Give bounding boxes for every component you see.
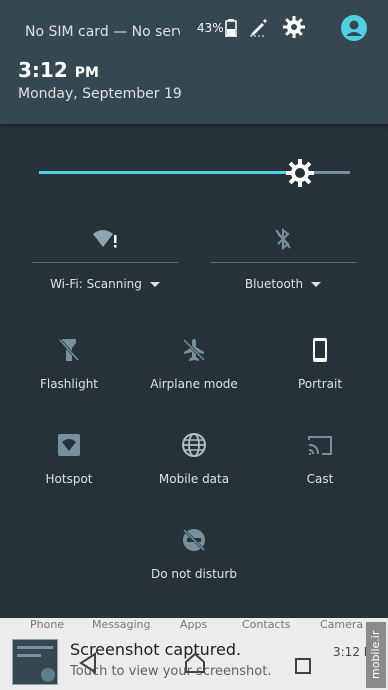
edit-icon[interactable] (248, 17, 268, 37)
bluetooth-label: Bluetooth (244, 277, 304, 291)
portrait-label: Portrait (297, 377, 343, 391)
time-value: 3:12 (18, 58, 68, 82)
chevron-down-icon[interactable] (311, 281, 322, 287)
mobile-data-label: Mobile data (158, 472, 230, 486)
date-label: Monday, September 19 (18, 86, 182, 102)
screenshot-thumbnail (12, 639, 58, 685)
tile-flashlight[interactable]: Flashlight (9, 335, 129, 391)
portrait-icon (313, 338, 327, 362)
flashlight-off-icon (59, 338, 79, 362)
user-account-icon[interactable] (340, 14, 368, 42)
dock-label-messaging: Messaging (92, 618, 151, 630)
dock-label-phone: Phone (30, 618, 65, 630)
home-icon[interactable] (184, 652, 206, 674)
wifi-alert-icon (93, 230, 117, 248)
gallery-badge-icon (41, 668, 55, 682)
brightness-icon[interactable] (285, 158, 315, 188)
notification-text: Touch to view your screenshot. (70, 664, 272, 679)
do-not-disturb-icon (182, 528, 206, 552)
dock-label-camera: Camera (320, 618, 364, 630)
hotspot-icon (58, 434, 80, 456)
tile-hotspot[interactable]: Hotspot (9, 430, 129, 486)
cast-icon (308, 436, 332, 455)
time-ampm: PM (74, 65, 99, 81)
bluetooth-off-icon (275, 227, 291, 251)
clock-time: 3:12 PM (18, 58, 99, 82)
recents-icon[interactable] (294, 657, 312, 675)
dock-strip: Phone Messaging Apps Contacts Camera (0, 618, 388, 630)
tile-cast[interactable]: Cast (260, 430, 380, 486)
tile-airplane-mode[interactable]: Airplane mode (134, 335, 254, 391)
dock-label-apps: Apps (180, 618, 208, 630)
chevron-down-icon[interactable] (149, 281, 160, 287)
wifi-label: Wi-Fi: Scanning (50, 277, 142, 291)
carrier-status: No SIM card — No service (25, 24, 180, 40)
battery-icon (225, 19, 237, 37)
wifi-divider (32, 262, 178, 263)
airplane-off-icon (182, 338, 206, 362)
gear-icon[interactable] (282, 15, 306, 39)
notification-header: No SIM card — No service 43% 3:12 PM (0, 0, 388, 124)
back-icon[interactable] (78, 652, 98, 674)
tile-wifi[interactable]: Wi-Fi: Scanning (32, 222, 178, 291)
tile-do-not-disturb[interactable]: Do not disturb (134, 525, 254, 581)
globe-icon (182, 433, 206, 457)
battery-percent: 43% (197, 21, 224, 35)
tile-bluetooth[interactable]: Bluetooth (210, 222, 356, 291)
dock-label-contacts: Contacts (242, 618, 291, 630)
airplane-mode-label: Airplane mode (150, 377, 238, 391)
brightness-slider-fill[interactable] (39, 171, 301, 174)
do-not-disturb-label: Do not disturb (151, 567, 237, 581)
hotspot-label: Hotspot (45, 472, 93, 486)
tile-mobile-data[interactable]: Mobile data (134, 430, 254, 486)
bluetooth-divider (210, 262, 356, 263)
tile-portrait[interactable]: Portrait (260, 335, 380, 391)
watermark: mobile.ir (366, 622, 386, 688)
cast-label: Cast (306, 472, 334, 486)
flashlight-label: Flashlight (39, 377, 99, 391)
